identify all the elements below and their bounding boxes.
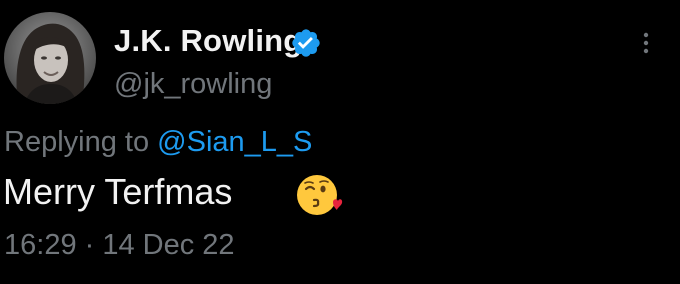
tweet: J.K. Rowling @jk_rowling Replying to @Si… — [0, 0, 680, 284]
verified-badge-icon — [292, 29, 320, 57]
tweet-text: Merry Terfmas — [3, 171, 233, 212]
display-name[interactable]: J.K. Rowling — [114, 22, 302, 60]
user-handle[interactable]: @jk_rowling — [114, 66, 272, 102]
more-options-icon[interactable] — [638, 28, 654, 58]
face-blowing-a-kiss-icon — [297, 175, 343, 215]
replying-to: Replying to @Sian_L_S — [4, 124, 312, 160]
reply-mention-link[interactable]: @Sian_L_S — [157, 126, 312, 158]
tweet-timestamp[interactable]: 16:29 · 14 Dec 22 — [4, 227, 235, 263]
reply-prefix: Replying to — [4, 126, 150, 158]
avatar-photo — [4, 12, 96, 104]
avatar[interactable] — [4, 12, 96, 104]
